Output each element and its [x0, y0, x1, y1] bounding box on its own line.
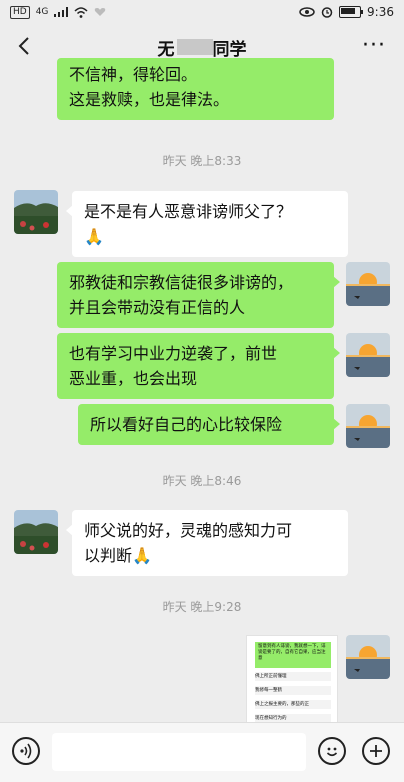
- image-top-text: 留意到有人诽谤，我就想一下，诽谤是要了的，自有它自果，应当注意: [258, 644, 326, 661]
- alarm-icon: [321, 7, 333, 18]
- voice-icon[interactable]: [12, 737, 40, 765]
- message-bubble[interactable]: 邪教徒和宗教信徒很多诽谤的， 并且会带动没有正信的人: [57, 262, 340, 328]
- message-bubble[interactable]: 不信神，得轮回。 这是救赎，也是律法。: [57, 58, 334, 120]
- heart-icon: [95, 8, 106, 16]
- avatar-lake-image: [14, 510, 58, 554]
- avatar[interactable]: [14, 510, 58, 554]
- status-bar: HD 4G 9:36: [0, 0, 404, 24]
- image-message[interactable]: 留意到有人诽谤，我就想一下，诽谤是要了的，自有它自果，应当注意 佛上所正前懂理 …: [246, 635, 338, 724]
- message-bubble[interactable]: 所以看好自己的心比较保险: [78, 404, 340, 445]
- message-line: 邪教徒和宗教信徒很多诽谤的，: [69, 273, 294, 292]
- self-avatar[interactable]: [346, 262, 390, 306]
- voice-waves-icon: [20, 743, 32, 759]
- self-avatar[interactable]: [346, 404, 390, 448]
- image-row: 佛上之报主要的，那些的正: [255, 700, 331, 709]
- emoji-icon[interactable]: [318, 737, 346, 765]
- clock: 9:36: [367, 5, 394, 19]
- message-input[interactable]: [52, 733, 306, 771]
- message-line: 并且会带动没有正信的人: [69, 298, 246, 317]
- plus-icon[interactable]: [362, 737, 390, 765]
- battery-icon: [339, 6, 364, 18]
- smile-face-icon: [326, 747, 338, 757]
- message-line: 这是救赎，也是律法。: [69, 90, 230, 109]
- message-line: 恶业重，也会出现: [69, 369, 198, 388]
- self-avatar[interactable]: [346, 635, 390, 679]
- timestamp: 昨天 晚上8:33: [162, 154, 242, 168]
- message-line: 以判断🙏: [84, 546, 152, 565]
- hd-badge: HD: [10, 5, 30, 19]
- title-prefix: 无: [157, 39, 175, 60]
- message-bubble[interactable]: 师父说的好，灵魂的感知力可 以判断🙏: [66, 510, 348, 576]
- status-right: 9:36: [299, 5, 394, 19]
- timestamp: 昨天 晚上9:28: [162, 600, 242, 614]
- input-bar: [0, 722, 404, 782]
- chat-title: 无 同学: [158, 35, 247, 60]
- plus-sign-icon: [370, 745, 382, 757]
- message-bubble[interactable]: 是不是有人恶意诽谤师父了？ 🙏: [66, 191, 348, 257]
- message-line: 师父说的好，灵魂的感知力可: [84, 521, 293, 540]
- message-line: 所以看好自己的心比较保险: [90, 415, 283, 434]
- avatar[interactable]: [14, 190, 58, 234]
- signal-icon: [54, 7, 69, 17]
- title-suffix: 同学: [212, 39, 247, 60]
- avatar-sunset-image: [346, 404, 390, 448]
- message-line: 也有学习中业力逆袭了，前世: [69, 344, 278, 363]
- status-left: HD 4G: [10, 5, 106, 19]
- image-row: 佛上所正前懂理: [255, 672, 331, 681]
- image-row: 我修每一整鹤: [255, 686, 331, 695]
- more-icon[interactable]: ···: [362, 35, 386, 57]
- message-bubble[interactable]: 也有学习中业力逆袭了，前世 恶业重，也会出现: [57, 333, 340, 399]
- avatar-sunset-image: [346, 262, 390, 306]
- message-line: 🙏: [84, 227, 104, 246]
- timestamp: 昨天 晚上8:46: [162, 474, 242, 488]
- back-arrow-icon[interactable]: [14, 35, 36, 57]
- message-line: 是不是有人恶意诽谤师父了？: [84, 202, 293, 221]
- avatar-lake-image: [14, 190, 58, 234]
- eye-icon: [299, 7, 315, 17]
- avatar-sunset-image: [346, 635, 390, 679]
- image-top-bubble: 留意到有人诽谤，我就想一下，诽谤是要了的，自有它自果，应当注意: [255, 642, 331, 668]
- self-avatar[interactable]: [346, 333, 390, 377]
- message-line: 不信神，得轮回。: [69, 65, 198, 84]
- wifi-icon: [74, 6, 88, 18]
- avatar-sunset-image: [346, 333, 390, 377]
- network-label: 4G: [35, 7, 49, 17]
- redacted-name: [176, 39, 213, 55]
